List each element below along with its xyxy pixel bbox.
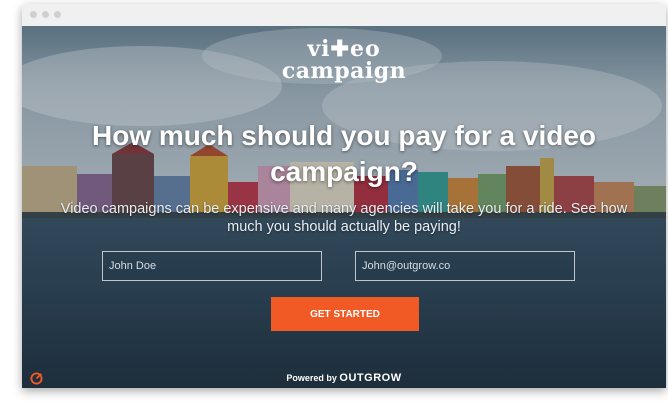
logo-line-2: campaign: [281, 58, 407, 84]
browser-window: vi✚eo campaign How much should you pay f…: [22, 4, 666, 388]
hero-section: vi✚eo campaign How much should you pay f…: [22, 26, 666, 388]
window-dot-minimize[interactable]: [42, 11, 49, 18]
outgrow-logo-icon: [30, 372, 43, 385]
window-dot-close[interactable]: [30, 11, 37, 18]
outgrow-brand: OUTGROW: [339, 372, 402, 384]
name-input[interactable]: John Doe: [102, 251, 322, 281]
logo-line-1: vi✚eo: [307, 36, 381, 62]
email-input[interactable]: John@outgrow.co: [355, 251, 575, 281]
page-subtitle: Video campaigns can be expensive and man…: [60, 201, 628, 235]
powered-by-label: Powered by: [286, 373, 337, 383]
window-dot-maximize[interactable]: [54, 11, 61, 18]
powered-by-footer[interactable]: Powered by OUTGROW: [22, 372, 666, 385]
get-started-button[interactable]: GET STARTED: [271, 297, 419, 331]
video-campaign-logo: vi✚eo campaign: [22, 38, 666, 82]
page-title: How much should you pay for a video camp…: [91, 120, 597, 187]
browser-titlebar: [22, 4, 666, 27]
